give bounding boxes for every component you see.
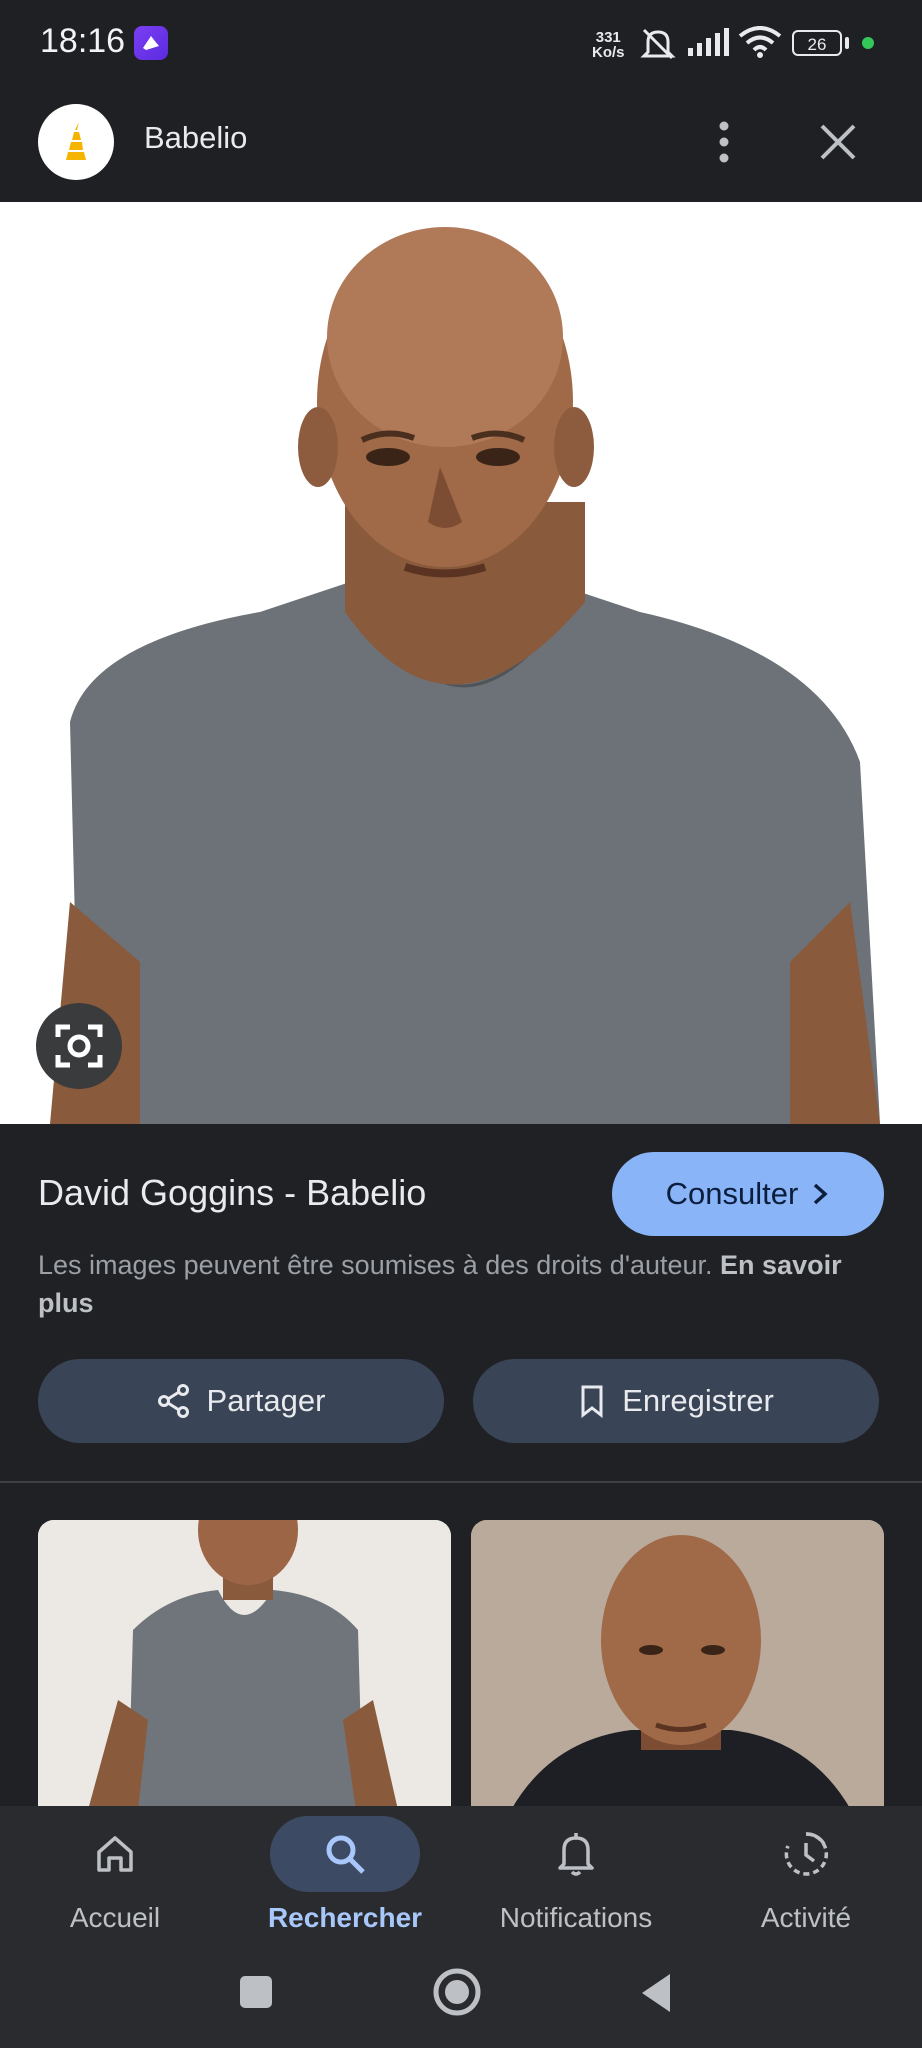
bell-icon [558,1833,594,1876]
viewer-header [0,84,922,202]
save-button[interactable]: Enregistrer [473,1359,879,1443]
babelio-logo-icon [66,122,86,160]
nav-label-notifications: Notifications [499,1902,653,1933]
home-system-button[interactable] [432,1967,482,2022]
wifi-icon [738,26,782,63]
main-image[interactable] [0,202,922,1124]
system-navigation-bar [0,1948,922,2048]
related-photo [471,1520,884,1810]
nav-label-home: Accueil [69,1902,161,1933]
copyright-notice: Les images peuvent être soumises à des d… [38,1246,878,1322]
app-notification-icon [134,26,168,60]
consult-label: Consulter [665,1176,799,1211]
home-icon [97,1836,133,1872]
portrait-photo [0,202,922,1124]
share-button[interactable]: Partager [38,1359,444,1443]
copyright-text: Les images peuvent être soumises à des d… [38,1250,721,1280]
more-vert-icon [719,121,729,163]
back-triangle-icon [642,1974,670,2012]
google-lens-button[interactable] [36,1003,122,1089]
square-icon [240,1976,272,2008]
privacy-indicator-dot [862,37,874,49]
battery-tip [845,37,849,49]
share-icon [157,1384,189,1418]
nav-item-search[interactable]: Rechercher [245,1816,445,1936]
signal-icon [686,28,730,63]
nav-item-notifications[interactable]: Notifications [476,1816,676,1936]
battery-indicator: 26 [792,30,842,56]
nav-item-home[interactable]: Accueil [15,1816,215,1936]
nav-label-search: Rechercher [267,1902,423,1933]
search-icon [326,1835,365,1874]
save-label: Enregistrer [622,1383,774,1418]
lens-icon [55,1024,103,1068]
bookmark-icon [581,1385,603,1418]
network-speed: 331 Ko/s [592,29,625,61]
more-options-button[interactable] [702,112,746,172]
related-photo [38,1520,451,1810]
site-logo[interactable] [38,104,114,180]
image-title: David Goggins - Babelio [38,1172,427,1213]
consult-button[interactable]: Consulter [612,1152,884,1236]
section-divider [0,1481,922,1483]
share-label: Partager [206,1383,326,1418]
mute-icon [638,26,678,67]
status-time: 18:16 [40,22,126,60]
chevron-right-icon [814,1183,828,1205]
history-icon [784,1832,829,1876]
recents-button[interactable] [238,1974,274,2015]
back-button[interactable] [638,1972,674,2019]
circle-icon [433,1968,481,2016]
site-name: Babelio [144,120,248,155]
close-icon [820,124,856,160]
nav-item-activity[interactable]: Activité [706,1816,906,1936]
close-button[interactable] [812,112,864,172]
nav-label-activity: Activité [760,1902,852,1933]
related-image-1[interactable] [38,1520,451,1810]
related-image-2[interactable] [471,1520,884,1810]
